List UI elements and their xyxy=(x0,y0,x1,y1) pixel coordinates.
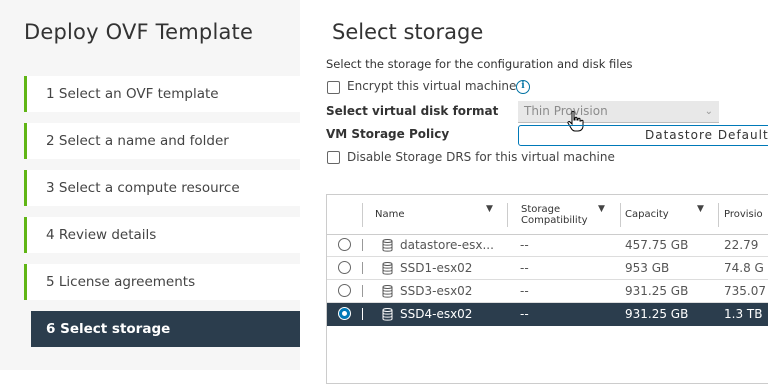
datastore-name: SSD3-esx02 xyxy=(400,284,473,298)
table-row[interactable]: SSD3-esx02 -- 931.25 GB 735.07 xyxy=(327,280,768,303)
compatibility-value: -- xyxy=(520,261,529,275)
disk-format-select[interactable]: Thin Provision ⌄ xyxy=(518,101,719,123)
capacity-value: 457.75 GB xyxy=(625,238,689,252)
step-select-name-folder[interactable]: 2 Select a name and folder xyxy=(24,123,300,159)
page-title: Select storage xyxy=(332,20,484,44)
info-icon[interactable]: i xyxy=(516,80,530,94)
provisioned-value: 22.79 xyxy=(724,238,759,252)
grid-header: Name ▼ Storage Compatibility ▼ Capacity … xyxy=(327,195,768,235)
encrypt-checkbox[interactable] xyxy=(327,81,340,94)
row-radio-selected[interactable] xyxy=(338,307,351,320)
page-subtitle: Select the storage for the configuration… xyxy=(326,57,633,71)
column-divider xyxy=(507,203,508,227)
datastore-icon xyxy=(382,262,393,275)
column-divider xyxy=(362,203,363,227)
capacity-value: 953 GB xyxy=(625,261,670,275)
column-header-provisioned[interactable]: Provisio xyxy=(716,195,768,234)
step-license-agreements[interactable]: 5 License agreements xyxy=(24,264,300,300)
row-divider xyxy=(362,239,363,251)
wizard-sidebar: Deploy OVF Template 1 Select an OVF temp… xyxy=(0,0,300,370)
compatibility-value: -- xyxy=(520,307,529,321)
column-header-capacity[interactable]: Capacity xyxy=(617,195,707,234)
datastore-name: SSD4-esx02 xyxy=(400,307,473,321)
column-header-compatibility[interactable]: Storage Compatibility xyxy=(513,195,613,234)
datastore-name: datastore-esx... xyxy=(400,238,494,252)
disable-drs-checkbox[interactable] xyxy=(327,151,340,164)
storage-policy-select[interactable]: Datastore Default xyxy=(518,125,768,146)
compatibility-value: -- xyxy=(520,238,529,252)
row-radio[interactable] xyxy=(338,238,351,251)
datastore-icon xyxy=(382,239,393,252)
provisioned-value: 74.8 G xyxy=(724,261,764,275)
datastore-icon xyxy=(382,285,393,298)
policy-label: VM Storage Policy xyxy=(326,127,450,141)
provisioned-value: 735.07 xyxy=(724,284,766,298)
step-select-compute-resource[interactable]: 3 Select a compute resource xyxy=(24,170,300,206)
table-row-selected[interactable]: SSD4-esx02 -- 931.25 GB 1.3 TB xyxy=(327,303,768,326)
capacity-value: 931.25 GB xyxy=(625,284,689,298)
row-radio[interactable] xyxy=(338,284,351,297)
table-row[interactable]: datastore-esx... -- 457.75 GB 22.79 xyxy=(327,234,768,257)
row-divider xyxy=(362,285,363,297)
table-row[interactable]: SSD1-esx02 -- 953 GB 74.8 G xyxy=(327,257,768,280)
wizard-title: Deploy OVF Template xyxy=(24,20,254,44)
compatibility-value: -- xyxy=(520,284,529,298)
datastore-grid: Name ▼ Storage Compatibility ▼ Capacity … xyxy=(326,194,768,384)
step-select-ovf-template[interactable]: 1 Select an OVF template xyxy=(24,76,300,112)
column-header-name[interactable]: Name xyxy=(367,195,507,234)
row-divider xyxy=(362,262,363,274)
step-select-storage[interactable]: 6 Select storage xyxy=(31,311,300,347)
filter-icon[interactable]: ▼ xyxy=(697,204,704,214)
step-review-details[interactable]: 4 Review details xyxy=(24,217,300,253)
row-radio[interactable] xyxy=(338,261,351,274)
chevron-down-icon: ⌄ xyxy=(704,106,713,117)
filter-icon[interactable]: ▼ xyxy=(598,204,605,214)
encrypt-label: Encrypt this virtual machine xyxy=(347,79,517,93)
datastore-name: SSD1-esx02 xyxy=(400,261,473,275)
capacity-value: 931.25 GB xyxy=(625,307,689,321)
row-divider xyxy=(362,308,363,320)
disk-format-label: Select virtual disk format xyxy=(326,104,499,118)
filter-icon[interactable]: ▼ xyxy=(486,204,493,214)
datastore-icon xyxy=(382,308,393,321)
provisioned-value: 1.3 TB xyxy=(724,307,763,321)
disable-drs-label: Disable Storage DRS for this virtual mac… xyxy=(347,150,615,164)
